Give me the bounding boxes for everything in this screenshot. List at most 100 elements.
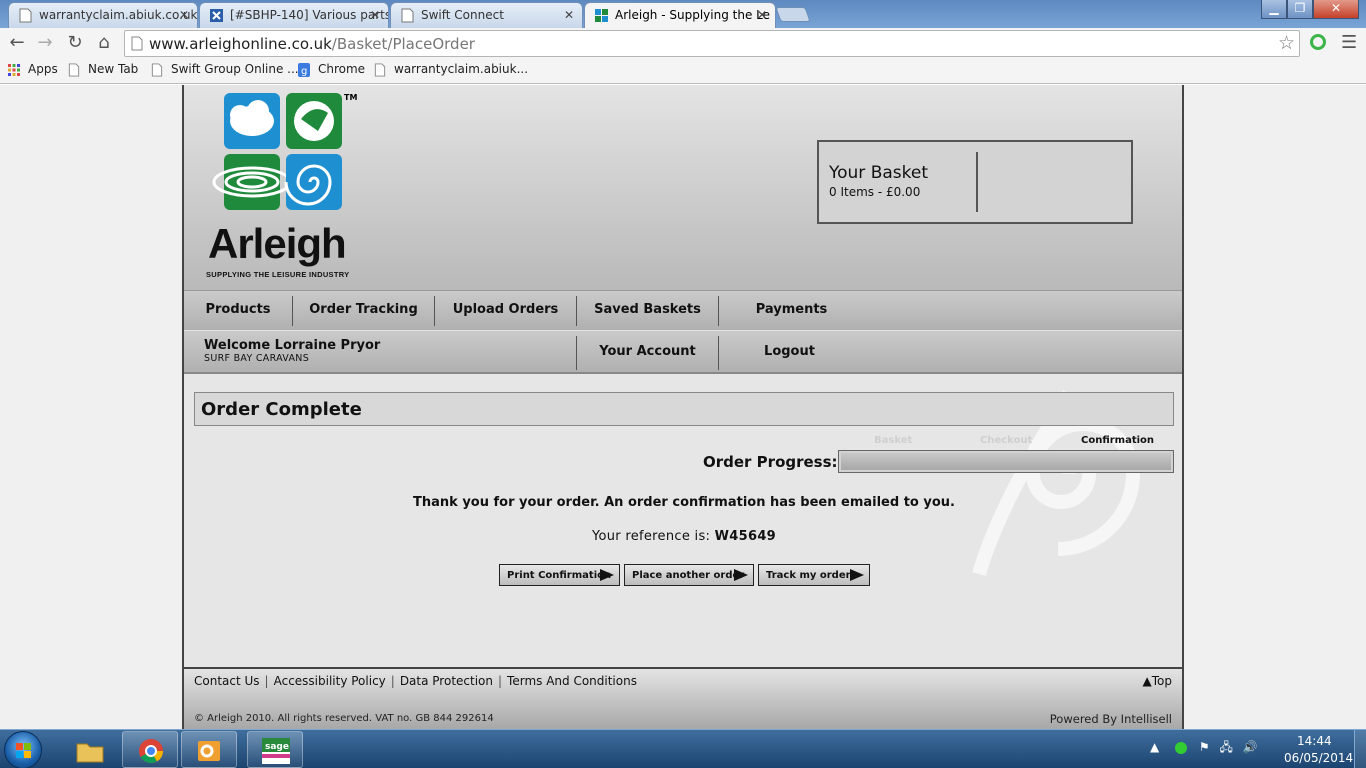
nav-order-tracking[interactable]: Order Tracking: [293, 291, 434, 330]
browser-tab[interactable]: Swift Connect ✕: [390, 2, 583, 28]
taskbar-outlook[interactable]: [181, 731, 237, 768]
browser-tab[interactable]: [#SBHP-140] Various parts ✕: [199, 2, 389, 28]
nav-saved-baskets[interactable]: Saved Baskets: [577, 291, 718, 330]
bookmark-warrantyclaim[interactable]: warrantyclaim.abiuk...: [374, 62, 528, 77]
bookmark-apps[interactable]: Apps: [8, 62, 58, 76]
order-progress-bar: [838, 450, 1174, 473]
outlook-icon: [198, 741, 220, 761]
sage-icon: sage: [262, 738, 290, 764]
svg-text:g: g: [301, 66, 307, 77]
clock-date[interactable]: 06/05/2014: [1284, 751, 1353, 765]
nav-products[interactable]: Products: [184, 291, 292, 330]
bookmark-chrome[interactable]: g Chrome: [298, 62, 366, 77]
bookmark-star-icon[interactable]: ☆: [1278, 32, 1295, 54]
page-icon: [374, 63, 386, 77]
page-icon: [68, 63, 80, 77]
menu-icon[interactable]: ☰: [1341, 32, 1357, 53]
tab-title: [#SBHP-140] Various parts: [230, 8, 389, 22]
tab-title: Arleigh - Supplying the Le: [615, 8, 771, 22]
show-desktop-button[interactable]: [1354, 730, 1366, 768]
bookmark-label: Swift Group Online ...: [171, 62, 299, 76]
place-another-order-button[interactable]: Place another order: [624, 564, 754, 586]
footer-link-terms[interactable]: Terms And Conditions: [507, 674, 637, 688]
tab-title: Swift Connect: [421, 8, 504, 22]
trademark-mark: TM: [344, 93, 358, 102]
close-window-button[interactable]: ✕: [1313, 0, 1359, 19]
clock-time[interactable]: 14:44: [1297, 734, 1332, 748]
network-icon[interactable]: 🖧: [1219, 740, 1232, 754]
maximize-button[interactable]: ❐: [1287, 0, 1313, 19]
forward-icon[interactable]: →: [34, 32, 56, 54]
nav-upload-orders[interactable]: Upload Orders: [435, 291, 576, 330]
basket-summary-box[interactable]: Your Basket 0 Items - £0.00: [817, 140, 1133, 224]
copyright-text: © Arleigh 2010. All rights reserved. VAT…: [194, 713, 494, 724]
browser-tab-active[interactable]: Arleigh - Supplying the Le ✕: [584, 2, 776, 29]
back-icon[interactable]: ←: [6, 32, 28, 54]
browser-toolbar: ← → ↻ ⌂ www.arleighonline.co.uk/Basket/P…: [0, 28, 1366, 58]
windows-logo-icon: [16, 743, 31, 758]
bookmark-label: Apps: [28, 62, 58, 76]
jira-icon: [210, 9, 223, 22]
nav-payments[interactable]: Payments: [719, 291, 864, 330]
google-icon: g: [298, 63, 310, 77]
bookmark-new-tab[interactable]: New Tab: [68, 62, 138, 77]
action-center-flag-icon[interactable]: ⚑: [1199, 740, 1210, 754]
footer-separator: |: [498, 674, 503, 688]
brand-name: Arleigh: [208, 220, 347, 267]
status-green-icon[interactable]: [1175, 741, 1188, 754]
nav-your-account[interactable]: Your Account: [577, 331, 718, 372]
taskbar-explorer[interactable]: [61, 731, 117, 768]
footer-link-contact-us[interactable]: Contact Us: [194, 674, 260, 688]
browser-tab[interactable]: warrantyclaim.abiuk.co.uk ✕: [8, 2, 198, 28]
apps-grid-icon: [8, 64, 20, 76]
footer-link-data-protection[interactable]: Data Protection: [400, 674, 493, 688]
account-nav: Welcome Lorraine Pryor SURF BAY CARAVANS…: [184, 330, 1182, 374]
new-tab-button[interactable]: [775, 7, 811, 22]
close-tab-icon[interactable]: ✕: [370, 8, 380, 22]
taskbar-chrome[interactable]: [122, 731, 178, 768]
address-bar[interactable]: www.arleighonline.co.uk/Basket/PlaceOrde…: [124, 30, 1300, 57]
brand-tagline: SUPPLYING THE LEISURE INDUSTRY: [206, 270, 350, 279]
site-page: TM Arleigh SUPPLYING THE LEISURE INDUSTR…: [182, 85, 1184, 729]
taskbar-sage[interactable]: sage: [247, 731, 303, 768]
page-icon: [131, 36, 143, 51]
tray-expand-icon[interactable]: ▲: [1150, 740, 1159, 754]
arrow-right-icon: [600, 569, 614, 581]
button-label: Place another order: [632, 570, 745, 581]
reference-row: Your reference is: W45649: [184, 529, 1182, 544]
bookmark-swift-group[interactable]: Swift Group Online ...: [151, 62, 299, 77]
basket-item-count: 0 Items - £0.00: [829, 185, 921, 199]
extension-icon[interactable]: [1310, 34, 1326, 50]
footer-link-accessibility[interactable]: Accessibility Policy: [274, 674, 386, 688]
company-name: SURF BAY CARAVANS: [204, 353, 310, 364]
footer-links: Contact Us | Accessibility Policy | Data Pro…: [194, 674, 637, 688]
volume-icon[interactable]: 🔊: [1243, 740, 1258, 754]
close-tab-icon[interactable]: ✕: [564, 8, 574, 22]
site-footer: Contact Us | Accessibility Policy | Data Pro…: [184, 667, 1182, 729]
reload-icon[interactable]: ↻: [64, 32, 86, 54]
home-icon[interactable]: ⌂: [93, 32, 115, 54]
page-icon: [19, 8, 32, 23]
folder-icon: [76, 743, 104, 763]
start-button[interactable]: [4, 731, 42, 768]
track-my-orders-button[interactable]: Track my orders: [758, 564, 870, 586]
url-domain: www.arleighonline.co.uk: [149, 35, 332, 53]
url-text: www.arleighonline.co.uk/Basket/PlaceOrde…: [149, 35, 475, 53]
page-title-box: Order Complete: [194, 392, 1174, 426]
button-label: Print Confirmation: [507, 570, 612, 581]
nav-logout[interactable]: Logout: [719, 331, 860, 372]
close-tab-icon[interactable]: ✕: [179, 8, 189, 22]
bookmark-label: Chrome: [318, 62, 366, 76]
minimize-button[interactable]: ▁: [1261, 0, 1287, 19]
thank-you-message: Thank you for your order. An order confi…: [413, 495, 955, 510]
browser-tabstrip: warrantyclaim.abiuk.co.uk ✕ [#SBHP-140] …: [0, 0, 1366, 29]
chrome-icon: [139, 739, 163, 764]
print-confirmation-button[interactable]: Print Confirmation: [499, 564, 620, 586]
page-viewport: TM Arleigh SUPPLYING THE LEISURE INDUSTR…: [0, 85, 1366, 729]
svg-text:sage: sage: [265, 742, 289, 752]
close-tab-icon[interactable]: ✕: [757, 8, 767, 22]
basket-divider: [976, 152, 978, 212]
back-to-top-link[interactable]: ▲Top: [1143, 674, 1172, 688]
progress-step-confirmation: Confirmation: [1081, 435, 1155, 446]
progress-step-basket: Basket: [874, 435, 913, 446]
